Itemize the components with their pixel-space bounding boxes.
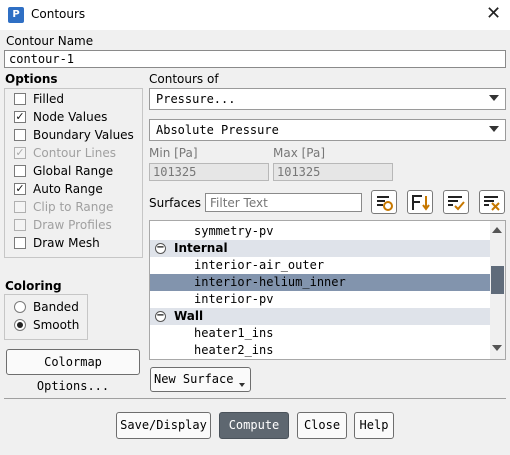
contour-category-value: Pressure... — [156, 92, 236, 106]
surface-label: interior-pv — [194, 292, 274, 306]
coloring-radio[interactable] — [14, 319, 26, 331]
min-label: Min [Pa] — [149, 146, 198, 160]
option-label: Auto Range — [33, 182, 103, 196]
max-value-field: 101325 — [273, 163, 393, 181]
list-sort-icon — [412, 195, 430, 211]
surface-group-label: Internal — [174, 241, 228, 255]
option-label: Global Range — [33, 164, 114, 178]
surfaces-scrollbar[interactable] — [490, 221, 505, 359]
surfaces-label: Surfaces — [149, 196, 201, 210]
max-label: Max [Pa] — [273, 146, 326, 160]
contour-name-label: Contour Name — [6, 34, 94, 48]
surface-label: symmetry-pv — [194, 224, 274, 238]
scroll-down-icon[interactable] — [492, 345, 502, 351]
help-button[interactable]: Help — [354, 412, 394, 439]
check-selection-button[interactable] — [443, 190, 469, 214]
bottom-divider — [4, 398, 506, 399]
close-button[interactable]: Close — [297, 412, 347, 439]
option-checkbox — [14, 201, 26, 213]
option-label: Node Values — [33, 110, 108, 124]
surface-label: interior-air_outer — [194, 258, 325, 272]
surface-row[interactable]: symmetry-pv — [150, 223, 490, 240]
option-label: Filled — [33, 92, 65, 106]
chevron-down-icon — [239, 383, 245, 387]
option-label: Boundary Values — [33, 128, 134, 142]
surface-row[interactable]: interior-air_outer — [150, 257, 490, 274]
contours-of-label: Contours of — [149, 72, 219, 86]
list-check-icon — [448, 196, 465, 211]
surface-label: heater2_ins — [194, 343, 274, 357]
app-icon: P — [8, 7, 24, 23]
options-label: Options — [5, 72, 58, 86]
surface-row[interactable]: heater2_ins — [150, 342, 490, 359]
option-label: Clip to Range — [33, 200, 114, 214]
option-checkbox — [14, 219, 26, 231]
surface-row[interactable]: interior-pv — [150, 291, 490, 308]
chevron-down-icon — [489, 126, 499, 132]
contour-name-input[interactable]: contour-1 — [4, 50, 506, 68]
surface-group-label: Wall — [174, 309, 204, 323]
option-checkbox[interactable] — [14, 165, 26, 177]
surface-group-row[interactable]: − Internal — [150, 240, 490, 257]
min-value-field: 101325 — [149, 163, 269, 181]
clear-selection-button[interactable] — [479, 190, 505, 214]
option-checkbox[interactable]: ✓ — [14, 111, 26, 123]
list-select-icon — [377, 196, 393, 211]
coloring-radio[interactable] — [14, 301, 26, 313]
option-checkbox[interactable] — [14, 129, 26, 141]
surface-group-row[interactable]: − Wall — [150, 308, 490, 325]
save-display-button[interactable]: Save/Display — [116, 412, 211, 439]
window-title: Contours — [31, 7, 86, 21]
collapse-icon[interactable]: − — [155, 311, 166, 322]
surfaces-filter-input[interactable] — [205, 193, 362, 212]
contour-category-dropdown[interactable]: Pressure... — [149, 88, 506, 110]
compute-button[interactable]: Compute — [219, 412, 289, 439]
new-surface-label: New Surface — [154, 372, 234, 386]
option-checkbox[interactable] — [14, 237, 26, 249]
close-window-icon[interactable]: ✕ — [486, 4, 501, 24]
coloring-option-label: Banded — [33, 300, 79, 314]
surface-label: interior-helium_inner — [194, 275, 346, 289]
option-label: Draw Profiles — [33, 218, 112, 232]
contour-quantity-value: Absolute Pressure — [156, 123, 279, 137]
option-label: Draw Mesh — [33, 236, 100, 250]
option-checkbox[interactable]: ✓ — [14, 183, 26, 195]
option-label: Contour Lines — [33, 146, 116, 160]
select-all-surfaces-button[interactable] — [371, 190, 397, 214]
surface-row[interactable]: heater1_ins — [150, 325, 490, 342]
surface-row[interactable]: interior-helium_inner — [150, 274, 490, 291]
scroll-up-icon[interactable] — [492, 227, 502, 233]
chevron-down-icon — [489, 95, 499, 101]
option-checkbox: ✓ — [14, 146, 26, 159]
colormap-options-button[interactable]: Colormap Options... — [6, 349, 140, 393]
collapse-icon[interactable]: − — [155, 243, 166, 254]
surfaces-list[interactable]: symmetry-pv − Internal interior-air_outer in… — [149, 220, 506, 360]
surface-label: heater1_ins — [194, 326, 274, 340]
coloring-option-label: Smooth — [33, 318, 80, 332]
contour-quantity-dropdown[interactable]: Absolute Pressure — [149, 119, 506, 141]
coloring-label: Coloring — [5, 279, 62, 293]
option-checkbox[interactable] — [14, 93, 26, 105]
list-sort-button[interactable] — [407, 190, 433, 214]
list-clear-icon — [484, 196, 500, 211]
new-surface-dropdown[interactable]: New Surface — [150, 367, 251, 392]
scrollbar-thumb[interactable] — [491, 266, 504, 294]
